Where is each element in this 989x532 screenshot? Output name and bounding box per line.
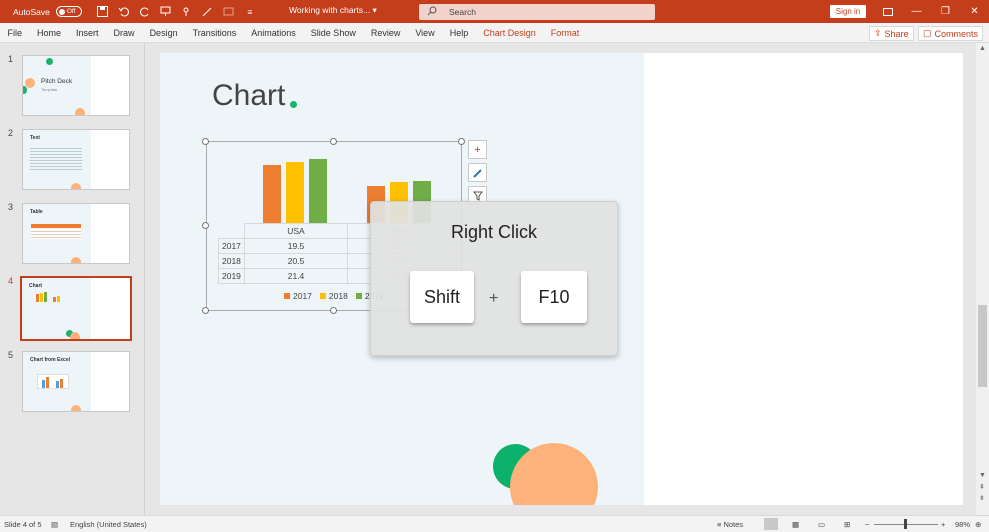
draw-icon[interactable] <box>201 5 215 19</box>
chart-bar[interactable] <box>286 161 304 223</box>
search-icon <box>427 6 437 18</box>
resize-handle[interactable] <box>202 222 209 229</box>
tab-animations[interactable]: Animations <box>244 28 304 38</box>
save-icon[interactable] <box>96 5 110 19</box>
restore-icon[interactable]: ❐ <box>931 0 960 23</box>
share-icon: ⇪ <box>874 28 882 38</box>
plus-sign: + <box>489 290 499 307</box>
legend-item: 2018 <box>319 291 348 301</box>
title-dot <box>290 101 297 108</box>
scrollbar-thumb[interactable] <box>978 305 987 387</box>
slide-thumbnail-1[interactable]: Pitch Deck Template <box>22 55 130 116</box>
undo-icon[interactable] <box>117 5 131 19</box>
prev-slide-icon[interactable]: ⇞ <box>979 483 985 491</box>
tab-view[interactable]: View <box>408 28 442 38</box>
signin-button[interactable]: Sign in <box>830 5 866 18</box>
thumb-number: 4 <box>8 276 14 286</box>
chart-bar[interactable] <box>309 158 327 223</box>
ribbon-display-icon[interactable] <box>873 0 902 23</box>
zoom-out-icon[interactable]: − <box>865 520 869 529</box>
comments-button[interactable]: ▢ Comments <box>918 26 984 41</box>
tab-insert[interactable]: Insert <box>69 28 107 38</box>
touch-mode-icon[interactable] <box>180 5 194 19</box>
overlay-title: Right Click <box>450 222 538 242</box>
scroll-up-icon[interactable]: ▲ <box>979 45 986 52</box>
slide-title[interactable]: Chart <box>212 79 285 113</box>
vertical-scrollbar[interactable] <box>976 43 989 515</box>
slide-thumbnail-2[interactable]: Text <box>22 129 130 190</box>
key-shift: Shift <box>410 271 474 323</box>
spelling-icon[interactable]: ▤ <box>51 520 58 529</box>
search-box[interactable]: Search <box>419 4 655 20</box>
chart-elements-icon[interactable]: + <box>468 140 487 159</box>
slide-thumbnail-3[interactable]: Table <box>22 203 130 264</box>
key-f10: F10 <box>521 271 587 323</box>
tab-draw[interactable]: Draw <box>106 28 142 38</box>
slide-thumbnail-5[interactable]: Chart from Excel <box>22 351 130 412</box>
chart-legend: 2017 2018 2019 <box>284 291 384 301</box>
next-slide-icon[interactable]: ⇟ <box>979 494 985 502</box>
autosave-label: AutoSave <box>13 6 50 17</box>
slide-sorter-icon[interactable]: ▦ <box>792 520 799 529</box>
present-icon[interactable] <box>159 5 173 19</box>
tab-design[interactable]: Design <box>142 28 185 38</box>
resize-handle[interactable] <box>330 138 337 145</box>
notes-button[interactable]: ≡ Notes <box>717 520 743 529</box>
redo-icon[interactable] <box>138 5 152 19</box>
resize-handle[interactable] <box>458 138 465 145</box>
autosave-toggle[interactable]: Off <box>55 6 82 17</box>
tab-review[interactable]: Review <box>363 28 408 38</box>
zoom-level[interactable]: 98% <box>955 520 970 529</box>
resize-handle[interactable] <box>330 307 337 314</box>
tab-format[interactable]: Format <box>543 28 587 38</box>
share-button[interactable]: ⇪ Share <box>869 26 914 41</box>
tab-home[interactable]: Home <box>30 28 69 38</box>
zoom-in-icon[interactable]: + <box>941 520 945 529</box>
minimize-icon[interactable]: — <box>902 0 931 23</box>
chart-bar[interactable] <box>263 164 281 223</box>
slide-counter: Slide 4 of 5 <box>4 519 42 529</box>
normal-view-icon[interactable] <box>764 518 778 530</box>
category-label: USA <box>244 223 348 239</box>
chart-styles-icon[interactable] <box>468 163 487 182</box>
slide-thumbnail-4[interactable]: Chart <box>20 276 132 341</box>
close-icon[interactable]: ✕ <box>960 0 989 23</box>
slideshow-icon[interactable]: ⊞ <box>844 520 850 529</box>
ribbon-tabs: File Home Insert Draw Design Transitions… <box>0 23 989 43</box>
tab-chart-design[interactable]: Chart Design <box>476 28 544 38</box>
thumb-number: 2 <box>8 128 14 138</box>
search-placeholder: Search <box>449 7 476 17</box>
fit-slide-icon[interactable]: ⊕ <box>975 520 981 529</box>
language-indicator[interactable]: English (United States) <box>70 520 147 529</box>
reading-view-icon[interactable]: ▭ <box>818 520 825 529</box>
tab-slide-show[interactable]: Slide Show <box>303 28 363 38</box>
thumb-number: 5 <box>8 350 14 360</box>
tab-transitions[interactable]: Transitions <box>185 28 244 38</box>
zoom-slider-knob[interactable] <box>904 519 907 529</box>
comment-icon: ▢ <box>923 28 932 38</box>
shape-icon[interactable] <box>222 5 236 19</box>
customize-icon[interactable]: ≡ <box>243 5 257 19</box>
thumb-number: 3 <box>8 202 14 212</box>
scroll-down-icon[interactable]: ▼ <box>979 472 986 479</box>
tab-help[interactable]: Help <box>442 28 476 38</box>
resize-handle[interactable] <box>202 138 209 145</box>
slide-thumbnails-pane: 1 Pitch Deck Template 2 Text 3 Table 4 C… <box>0 43 145 515</box>
thumb-number: 1 <box>8 54 14 64</box>
title-bar: AutoSave Off ≡ Working with charts... ▾ … <box>0 0 989 23</box>
resize-handle[interactable] <box>202 307 209 314</box>
shortcut-overlay: Right Click Shift + F10 <box>370 201 618 356</box>
legend-item: 2017 <box>284 291 312 301</box>
tab-file[interactable]: File <box>0 28 30 38</box>
document-title[interactable]: Working with charts... ▾ <box>289 5 377 16</box>
status-bar: Slide 4 of 5 ▤ English (United States) ≡… <box>0 515 989 532</box>
